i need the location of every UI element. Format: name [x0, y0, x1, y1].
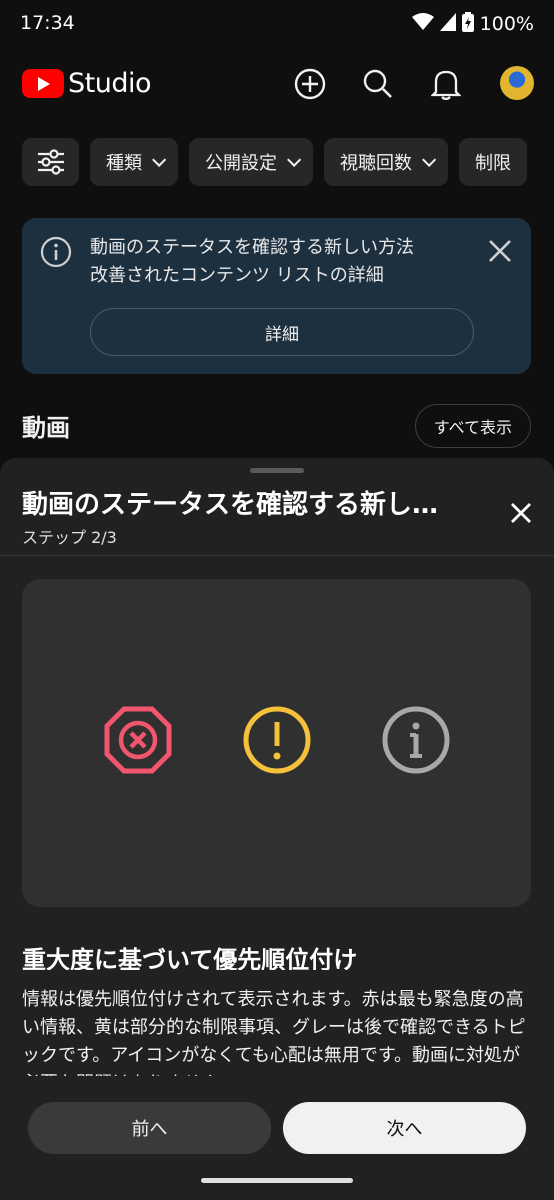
notifications-icon[interactable]: [426, 64, 466, 104]
chip-label: 公開設定: [205, 153, 277, 174]
onboarding-sheet: 動画のステータスを確認する新し… ステップ 2/3 重大度に基づいて優先順位付け…: [0, 458, 554, 1200]
chip-type[interactable]: 種類: [90, 138, 178, 186]
filter-icon[interactable]: [22, 138, 79, 186]
next-button[interactable]: 次へ: [283, 1102, 526, 1154]
status-icons: 100%: [411, 12, 534, 36]
severity-illustration: [22, 579, 531, 907]
content-title: 重大度に基づいて優先順位付け: [22, 946, 358, 970]
info-icon: [40, 236, 72, 272]
logo-text: Studio: [68, 68, 152, 99]
chevron-down-icon: [422, 152, 437, 167]
chip-views[interactable]: 視聴回数: [324, 138, 448, 186]
battery-icon: [461, 12, 474, 36]
banner-text: 動画のステータスを確認する新しい方法 改善されたコンテンツ リストの詳細: [90, 234, 414, 290]
studio-screen: 17:34 100% Studio 種類 公開設定 視聴回数 制限 動画のステー…: [0, 0, 554, 1200]
error-octagon-icon: [102, 704, 174, 776]
show-all-button[interactable]: すべて表示: [414, 404, 531, 448]
section-title: 動画: [22, 414, 70, 442]
avatar[interactable]: [500, 66, 534, 100]
step-indicator: ステップ 2/3: [22, 528, 117, 547]
banner-line2: 改善されたコンテンツ リストの詳細: [90, 265, 384, 286]
youtube-logo-icon: [22, 69, 64, 98]
chip-restrictions[interactable]: 制限: [459, 138, 527, 186]
home-indicator[interactable]: [201, 1178, 353, 1183]
close-icon[interactable]: [487, 238, 513, 268]
banner-line1: 動画のステータスを確認する新しい方法: [90, 237, 414, 258]
info-circle-icon: [380, 704, 452, 776]
status-time: 17:34: [20, 12, 75, 34]
search-icon[interactable]: [358, 64, 398, 104]
info-banner: 動画のステータスを確認する新しい方法 改善されたコンテンツ リストの詳細 詳細: [22, 218, 531, 374]
app-header: Studio: [0, 56, 554, 112]
warning-circle-icon: [241, 704, 313, 776]
chevron-down-icon: [152, 152, 167, 167]
chip-label: 視聴回数: [340, 153, 412, 174]
chip-label: 制限: [475, 153, 511, 174]
create-icon[interactable]: [290, 64, 330, 104]
chip-visibility[interactable]: 公開設定: [189, 138, 313, 186]
signal-icon: [439, 13, 456, 35]
wifi-icon: [411, 13, 434, 35]
content-body: 情報は優先順位付けされて表示されます。赤は最も緊急度の高い情報、黄は部分的な制限…: [22, 989, 526, 1076]
battery-percent: 100%: [479, 13, 534, 35]
chip-label: 種類: [106, 153, 142, 174]
details-button[interactable]: 詳細: [90, 308, 474, 356]
close-icon[interactable]: [508, 500, 534, 530]
drag-handle[interactable]: [250, 468, 304, 473]
previous-button[interactable]: 前へ: [28, 1102, 271, 1154]
divider: [0, 555, 554, 556]
chevron-down-icon: [287, 152, 302, 167]
status-bar: 17:34 100%: [0, 0, 554, 48]
sheet-title: 動画のステータスを確認する新し…: [22, 490, 439, 520]
filter-chips: 種類 公開設定 視聴回数 制限: [22, 138, 527, 186]
studio-logo[interactable]: Studio: [22, 68, 152, 99]
